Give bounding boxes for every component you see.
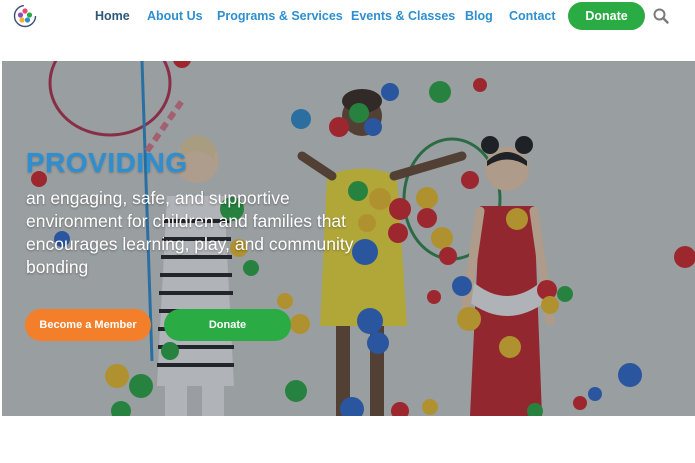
nav-contact[interactable]: Contact xyxy=(509,9,556,23)
header-donate-button[interactable]: Donate xyxy=(568,2,645,30)
nav-blog[interactable]: Blog xyxy=(465,9,493,23)
nav-events-classes[interactable]: Events & Classes xyxy=(351,9,455,23)
nav-about-us[interactable]: About Us xyxy=(147,9,203,23)
nav-home[interactable]: Home xyxy=(95,9,130,23)
search-icon[interactable] xyxy=(652,7,670,25)
hero-donate-button[interactable]: Donate xyxy=(164,309,291,341)
flower-logo-icon[interactable] xyxy=(12,3,38,29)
become-member-button[interactable]: Become a Member xyxy=(25,309,151,341)
hero-subtext: an engaging, safe, and supportive enviro… xyxy=(26,188,354,277)
nav-programs-services[interactable]: Programs & Services xyxy=(217,9,343,23)
content-section xyxy=(0,416,695,463)
hero-headline: PROVIDING xyxy=(26,147,188,178)
site-header: Home About Us Programs & Services Events… xyxy=(0,0,695,61)
